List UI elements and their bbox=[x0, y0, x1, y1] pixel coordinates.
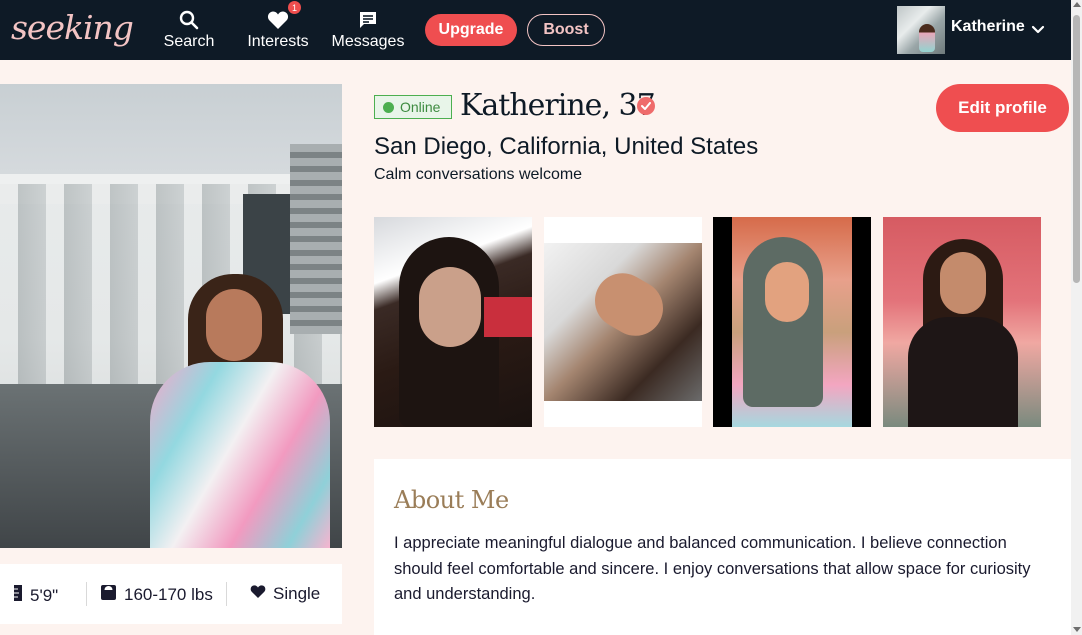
nav-interests[interactable]: 1 Interests bbox=[244, 1, 312, 51]
about-me-text: I appreciate meaningful dialogue and bal… bbox=[394, 534, 1031, 603]
top-nav: seeking Search 1 Interests Messages Upgr… bbox=[0, 0, 1071, 60]
user-avatar[interactable] bbox=[897, 6, 945, 54]
edit-profile-button[interactable]: Edit profile bbox=[936, 84, 1069, 132]
profile-name-age: Katherine, 37 bbox=[460, 88, 656, 123]
upgrade-button[interactable]: Upgrade bbox=[425, 14, 517, 46]
stat-height: 5'9" bbox=[13, 584, 58, 607]
scrollbar-thumb[interactable] bbox=[1073, 15, 1080, 283]
gallery-photo[interactable] bbox=[883, 217, 1041, 427]
scroll-down-arrow-icon[interactable] bbox=[1073, 627, 1081, 632]
nav-search-label: Search bbox=[163, 33, 215, 50]
main-profile-photo[interactable] bbox=[0, 84, 342, 548]
seeking-logo[interactable]: seeking bbox=[11, 8, 134, 47]
user-menu-name[interactable]: Katherine bbox=[951, 18, 1025, 36]
profile-stats: 5'9" 160-170 lbs Single bbox=[0, 564, 342, 624]
nav-search[interactable]: Search bbox=[160, 8, 218, 51]
stat-relationship: Single bbox=[250, 584, 320, 604]
heart-small-icon bbox=[250, 584, 266, 604]
profile-tagline: Calm conversations welcome bbox=[374, 166, 583, 183]
online-dot-icon bbox=[383, 101, 394, 113]
nav-messages[interactable]: Messages bbox=[330, 8, 406, 51]
scale-icon bbox=[100, 584, 117, 606]
chevron-down-icon[interactable] bbox=[1031, 20, 1045, 39]
ruler-icon bbox=[13, 584, 23, 607]
heart-icon: 1 bbox=[267, 1, 301, 32]
stat-weight: 160-170 lbs bbox=[100, 584, 213, 606]
boost-button[interactable]: Boost bbox=[527, 14, 605, 46]
about-me-section: About Me I appreciate meaningful dialogu… bbox=[374, 459, 1071, 635]
gallery-photo[interactable] bbox=[544, 217, 702, 427]
online-status-badge: Online bbox=[374, 95, 452, 119]
nav-messages-label: Messages bbox=[331, 33, 405, 50]
weight-value: 160-170 lbs bbox=[124, 585, 213, 604]
online-label: Online bbox=[400, 99, 441, 115]
height-value: 5'9" bbox=[30, 585, 59, 605]
verified-check-icon bbox=[637, 97, 655, 115]
interests-badge: 1 bbox=[288, 1, 301, 14]
gallery-photo[interactable] bbox=[374, 217, 532, 427]
message-icon bbox=[358, 8, 378, 32]
nav-interests-label: Interests bbox=[247, 33, 309, 50]
relationship-value: Single bbox=[273, 584, 321, 603]
profile-location: San Diego, California, United States bbox=[374, 133, 759, 160]
about-me-title: About Me bbox=[394, 486, 509, 514]
search-icon bbox=[179, 8, 199, 32]
scroll-up-arrow-icon[interactable] bbox=[1073, 2, 1081, 7]
gallery-photo[interactable] bbox=[713, 217, 871, 427]
